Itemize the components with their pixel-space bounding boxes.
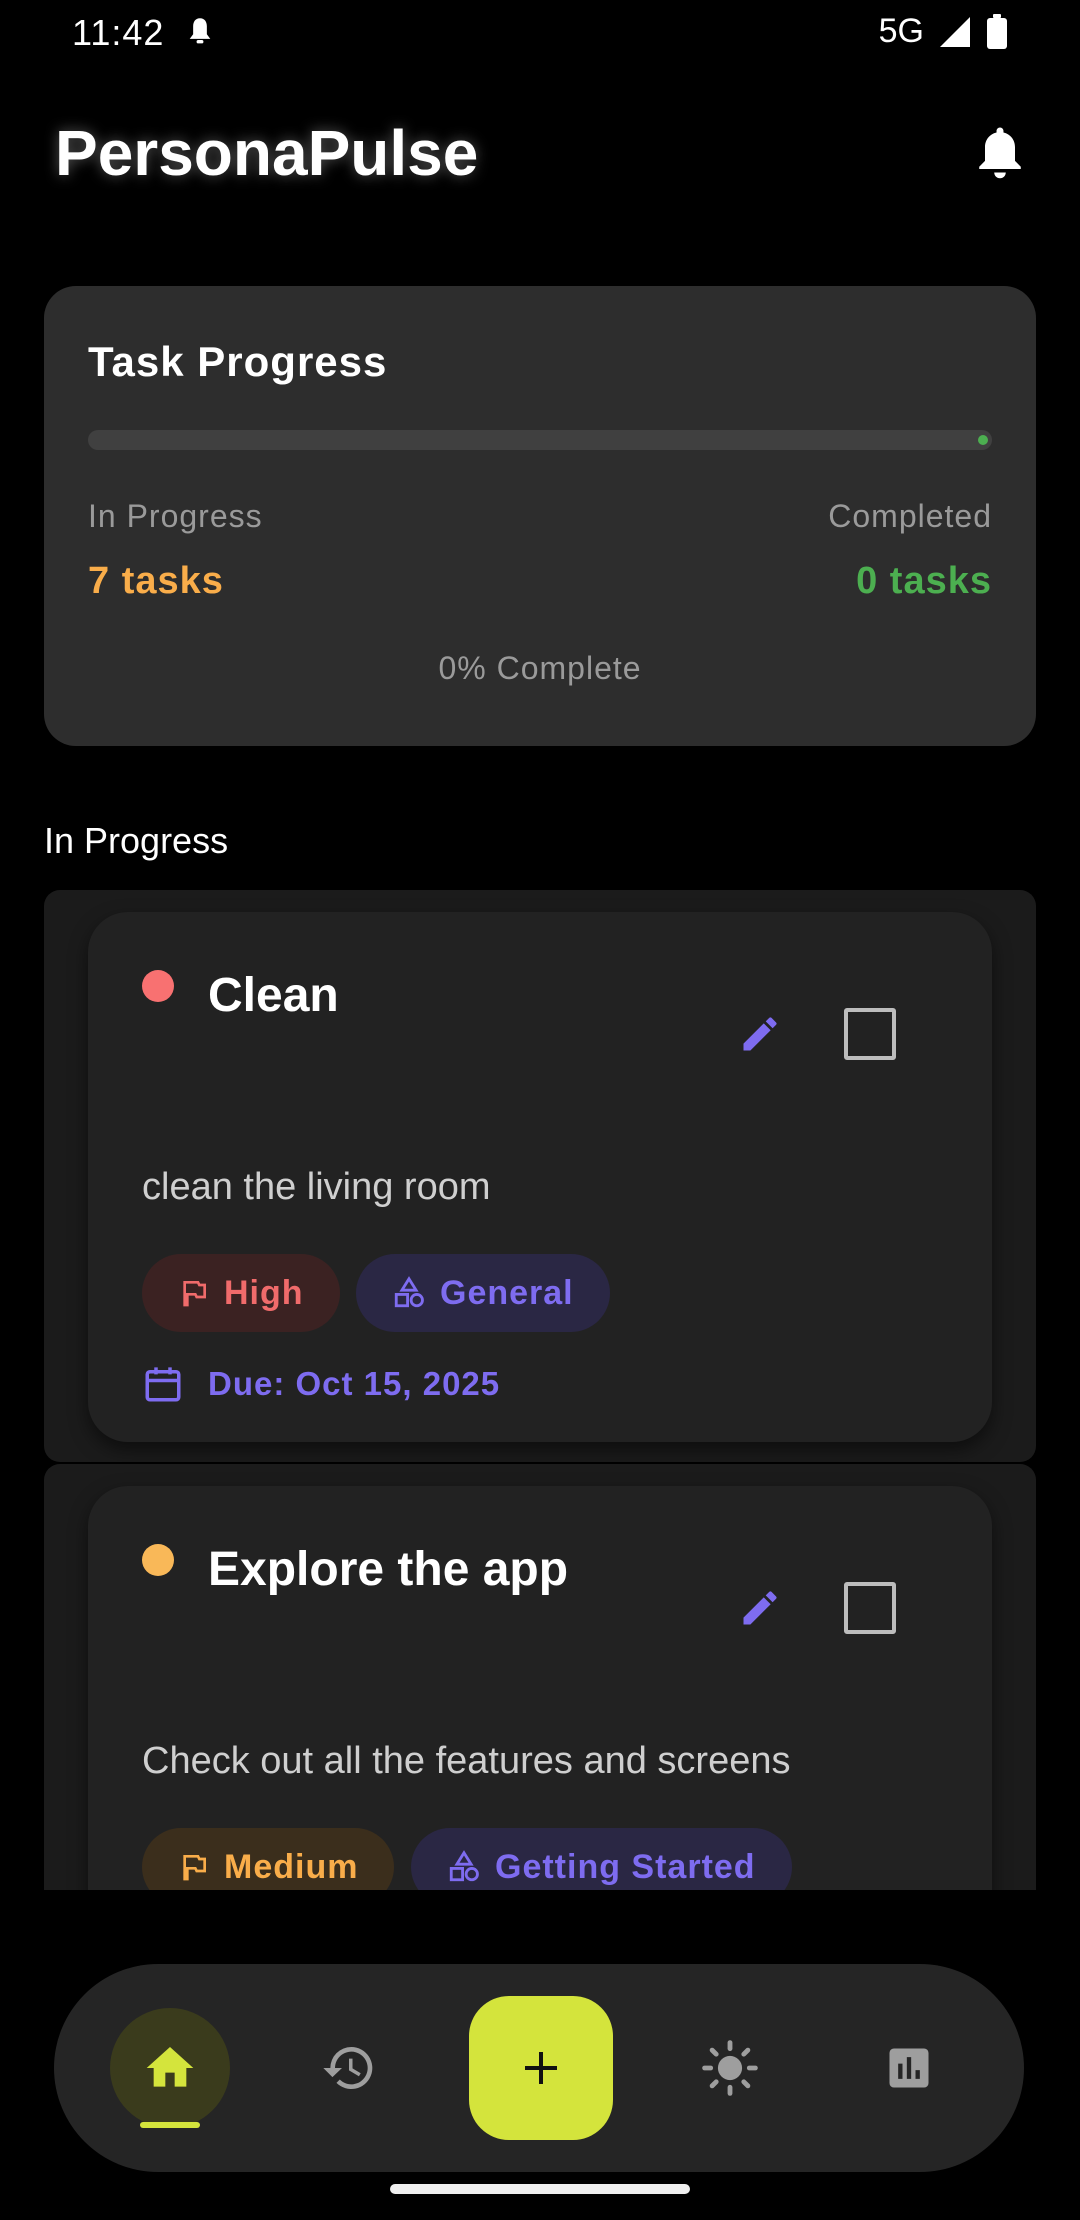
history-icon	[323, 2047, 373, 2089]
status-right: 5G	[879, 12, 1008, 51]
status-time: 11:42	[72, 12, 165, 53]
in-progress-label: In Progress	[88, 498, 263, 534]
add-icon	[525, 2052, 557, 2084]
home-icon	[146, 2047, 194, 2087]
calendar-icon	[145, 1367, 181, 1402]
progress-card-title: Task Progress	[88, 338, 388, 385]
list-item: Clean clean the living room High General…	[44, 890, 1036, 1462]
list-item: Explore the app Check out all the featur…	[44, 1464, 1036, 1890]
battery-icon	[987, 13, 1007, 49]
category-shapes-icon	[394, 1276, 424, 1308]
nav-stats-button[interactable]	[849, 2008, 969, 2128]
task-progress-card: Task Progress In Progress Completed 7 ta…	[44, 286, 1036, 746]
category-label: Getting Started	[495, 1847, 756, 1886]
app-screen: 11:42 5G PersonaPulse Task Progress In P…	[0, 0, 1080, 2220]
priority-chip: Medium	[142, 1828, 395, 1890]
flag-icon	[183, 1855, 206, 1881]
percent-complete: 0% Complete	[438, 650, 642, 686]
priority-label: High	[224, 1273, 304, 1312]
active-indicator	[140, 2122, 200, 2128]
complete-checkbox[interactable]	[844, 1582, 896, 1634]
task-description: Check out all the features and screens	[142, 1740, 791, 1782]
task-list[interactable]: Clean clean the living room High General…	[44, 890, 1036, 1890]
progress-bar	[88, 430, 992, 450]
in-progress-count: 7 tasks	[88, 560, 224, 602]
task-description: clean the living room	[142, 1166, 491, 1208]
completed-count: 0 tasks	[856, 560, 992, 602]
app-title: PersonaPulse	[55, 117, 479, 189]
section-title: In Progress	[44, 820, 229, 861]
due-date-label: Due: Oct 15, 2025	[208, 1365, 501, 1402]
notification-icon	[189, 18, 211, 44]
completed-label: Completed	[828, 498, 992, 534]
complete-checkbox[interactable]	[844, 1008, 896, 1060]
category-chip: General	[356, 1254, 610, 1332]
flag-icon	[183, 1281, 206, 1307]
priority-label: Medium	[224, 1847, 359, 1886]
edit-button[interactable]	[732, 1580, 788, 1636]
add-task-button[interactable]	[469, 1996, 613, 2140]
brightness-icon	[702, 2040, 758, 2096]
signal-icon	[940, 16, 970, 47]
task-title: Explore the app	[208, 1543, 569, 1596]
priority-chip: High	[142, 1254, 340, 1332]
task-title: Clean	[208, 969, 339, 1022]
task-card[interactable]: Explore the app Check out all the featur…	[88, 1486, 992, 1890]
nav-theme-button[interactable]	[670, 2008, 790, 2128]
status-bar: 11:42 5G	[0, 0, 1080, 64]
edit-pencil-icon	[743, 1017, 777, 1051]
due-date: Due: Oct 15, 2025	[142, 1362, 500, 1406]
edit-button[interactable]	[732, 1006, 788, 1062]
progress-bar-end-dot	[978, 435, 988, 445]
priority-dot	[142, 970, 174, 1002]
nav-home-button[interactable]	[110, 2008, 230, 2128]
notifications-bell-icon[interactable]	[972, 124, 1028, 184]
category-shapes-icon	[449, 1850, 479, 1882]
category-label: General	[440, 1273, 574, 1312]
bottom-navigation	[54, 1964, 1024, 2172]
priority-dot	[142, 1544, 174, 1576]
stats-icon	[889, 2048, 929, 2088]
edit-pencil-icon	[743, 1591, 777, 1625]
task-card[interactable]: Clean clean the living room High General…	[88, 912, 992, 1442]
category-chip: Getting Started	[411, 1828, 792, 1890]
home-indicator[interactable]	[390, 2184, 690, 2194]
network-label: 5G	[878, 12, 924, 50]
nav-history-button[interactable]	[289, 2008, 409, 2128]
